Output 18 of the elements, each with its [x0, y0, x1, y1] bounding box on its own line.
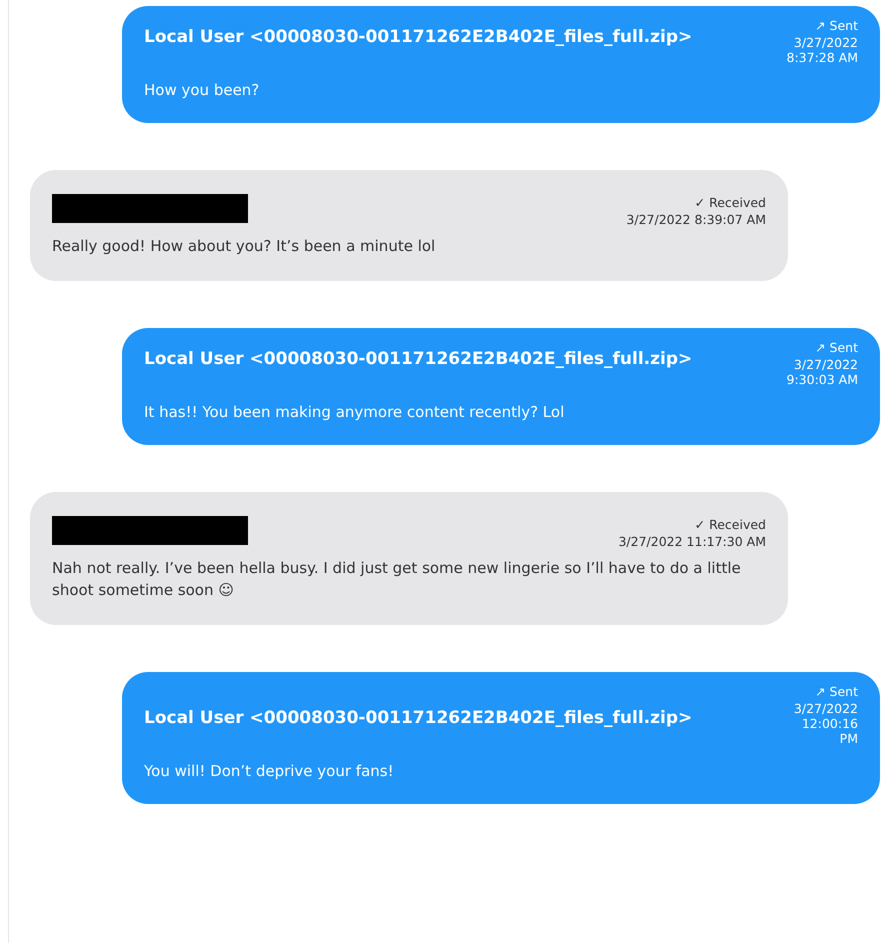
message-status: ✓ Received — [694, 517, 766, 532]
sender-name: Local User <00008030-001171262E2B402E_files_full.zip> — [144, 349, 692, 369]
message-timestamp: 3/27/2022 12:00:16 PM — [792, 701, 858, 746]
message-timestamp: 3/27/2022 8:39:07 AM — [626, 212, 766, 227]
sender-name: Local User <00008030-001171262E2B402E_files_full.zip> — [144, 708, 692, 728]
message-timestamp: 3/27/2022 11:17:30 AM — [618, 534, 766, 549]
message-text: Really good! How about you? It’s been a minute lol — [52, 236, 436, 257]
sender-name: Local User <00008030-001171262E2B402E_files_full.zip> — [144, 27, 692, 47]
message-status: ↗ Sent — [815, 340, 858, 355]
message-timestamp: 3/27/2022 8:37:28 AM — [786, 35, 858, 65]
message-timestamp: 3/27/2022 9:30:03 AM — [786, 357, 858, 387]
message-status: ↗ Sent — [815, 684, 858, 699]
message-status: ✓ Received — [694, 195, 766, 210]
message-text: Nah not really. I’ve been hella busy. I did just get some new lingerie so I’ll have to do a little shoot sometime soon ☺ — [52, 558, 742, 601]
message-text: How you been? — [144, 80, 260, 101]
message-text: You will! Don’t deprive your fans! — [144, 761, 395, 782]
message-text: It has!! You been making anymore content recently? Lol — [144, 402, 566, 423]
message-status: ↗ Sent — [815, 18, 858, 33]
